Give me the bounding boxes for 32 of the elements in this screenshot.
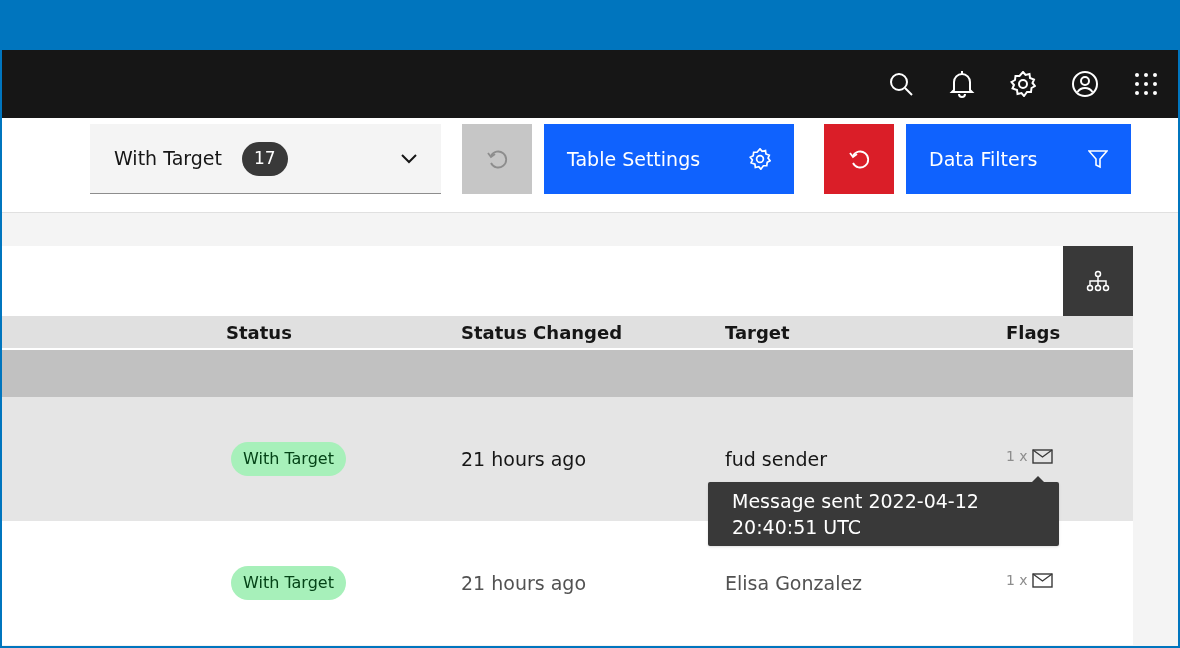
app-grid-icon[interactable] [1134, 72, 1158, 96]
envelope-icon [1031, 448, 1053, 464]
tooltip: Message sent 2022-04-12 20:40:51 UTC [708, 481, 1059, 546]
chevron-down-icon [401, 153, 417, 164]
settings-icon[interactable] [1010, 71, 1036, 97]
column-header[interactable]: Status Changed [461, 321, 623, 343]
table-cell: 21 hours ago [461, 447, 586, 470]
status-tag: With Target [231, 566, 346, 600]
table-cell: fud sender [725, 447, 828, 470]
reset-icon [486, 148, 508, 170]
count-badge: 17 [241, 141, 288, 176]
flag-count: 1 x [1006, 570, 1028, 590]
bell-icon[interactable] [949, 70, 975, 98]
column-header[interactable]: Flags [1006, 321, 1061, 343]
filter-label: With Target [114, 146, 222, 172]
column-header[interactable]: Target [725, 321, 790, 343]
envelope-icon [1031, 572, 1053, 588]
filter-dropdown[interactable]: With Target 17 [90, 124, 441, 194]
column-header[interactable]: Status [226, 321, 292, 343]
table-cell: Elisa Gonzalez [725, 571, 863, 594]
status-tag: With Target [231, 442, 346, 476]
hierarchy-button[interactable] [1063, 246, 1133, 316]
user-icon[interactable] [1071, 70, 1099, 98]
table-cell: 21 hours ago [461, 571, 586, 594]
flag-count: 1 x [1006, 446, 1028, 466]
settings-icon [749, 148, 771, 170]
reset-icon [848, 148, 870, 170]
search-icon[interactable] [888, 71, 914, 97]
table-settings-button[interactable]: Table Settings [544, 124, 794, 194]
data-filters-button[interactable]: Data Filters [906, 124, 1131, 194]
hierarchy-icon [1086, 270, 1110, 292]
filter-icon [1088, 149, 1108, 169]
